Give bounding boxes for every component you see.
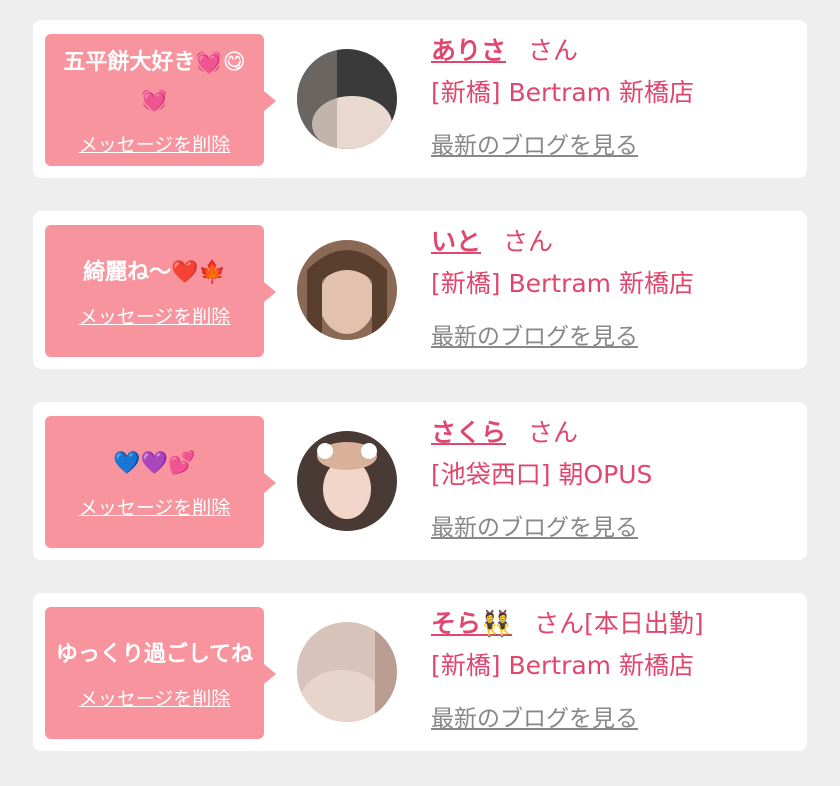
name-row: そら👯 さん[本日出勤] [431, 605, 797, 643]
cast-card: 💙💜💕 メッセージを削除 さくら さん [池袋西口] 朝OPUS 最新のブログを見… [33, 402, 807, 560]
latest-blog-link[interactable]: 最新のブログを見る [431, 126, 638, 160]
message-text: ゆっくり過ごしてね [55, 641, 254, 667]
message-bubble: 五平餅大好き💓😋💓 メッセージを削除 [45, 34, 276, 166]
honorific: さん [528, 36, 579, 65]
cast-name-link[interactable]: ありさ [431, 36, 506, 65]
message-text: 💙💜💕 [113, 450, 196, 476]
favorite-cast-list: 五平餅大好き💓😋💓 メッセージを削除 ありさ さん [新橋] Bertram 新橋… [0, 0, 840, 786]
avatar-shade [375, 622, 397, 722]
shop-name: [池袋西口] 朝OPUS [431, 460, 653, 489]
status-label: [本日出勤] [584, 609, 704, 638]
name-row: ありさ さん [431, 32, 797, 70]
shop-name: [新橋] Bertram 新橋店 [431, 269, 694, 298]
name-row: いと さん [431, 223, 797, 261]
delete-message-link[interactable]: メッセージを削除 [79, 493, 231, 520]
name-row: さくら さん [431, 414, 797, 452]
honorific: さん [503, 227, 554, 256]
avatar[interactable] [297, 240, 397, 340]
avatar-face [319, 266, 375, 334]
avatar-ear-right [361, 443, 377, 459]
delete-message-link[interactable]: メッセージを削除 [79, 130, 231, 157]
cast-card: ゆっくり過ごしてね メッセージを削除 そら👯 さん[本日出勤] [新橋] Bert… [33, 593, 807, 751]
avatar[interactable] [297, 431, 397, 531]
message-bubble: 綺麗ね〜❤️🍁 メッセージを削除 [45, 225, 276, 357]
cast-info: ありさ さん [新橋] Bertram 新橋店 最新のブログを見る [431, 32, 797, 160]
message-bubble: ゆっくり過ごしてね メッセージを削除 [45, 607, 276, 739]
shop-name: [新橋] Bertram 新橋店 [431, 78, 694, 107]
delete-message-link[interactable]: メッセージを削除 [79, 302, 231, 329]
message-text: 綺麗ね〜❤️🍁 [83, 259, 226, 285]
latest-blog-link[interactable]: 最新のブログを見る [431, 508, 638, 542]
avatar-shade [297, 49, 337, 149]
latest-blog-link[interactable]: 最新のブログを見る [431, 317, 638, 351]
cast-card: 綺麗ね〜❤️🍁 メッセージを削除 いと さん [新橋] Bertram 新橋店 最… [33, 211, 807, 369]
honorific: さん [528, 418, 579, 447]
cast-card: 五平餅大好き💓😋💓 メッセージを削除 ありさ さん [新橋] Bertram 新橋… [33, 20, 807, 178]
cast-info: いと さん [新橋] Bertram 新橋店 最新のブログを見る [431, 223, 797, 351]
message-text: 五平餅大好き💓😋💓 [63, 49, 246, 113]
avatar[interactable] [297, 49, 397, 149]
cast-name-link[interactable]: そら👯 [431, 609, 512, 638]
avatar-ear-left [317, 443, 333, 459]
cast-info: そら👯 さん[本日出勤] [新橋] Bertram 新橋店 最新のブログを見る [431, 605, 797, 733]
honorific: さん [534, 609, 585, 638]
cast-name-link[interactable]: いと [431, 227, 481, 256]
message-bubble: 💙💜💕 メッセージを削除 [45, 416, 276, 548]
delete-message-link[interactable]: メッセージを削除 [79, 684, 231, 711]
avatar[interactable] [297, 622, 397, 722]
latest-blog-link[interactable]: 最新のブログを見る [431, 699, 638, 733]
cast-info: さくら さん [池袋西口] 朝OPUS 最新のブログを見る [431, 414, 797, 542]
shop-name: [新橋] Bertram 新橋店 [431, 651, 694, 680]
cast-name-link[interactable]: さくら [431, 418, 506, 447]
